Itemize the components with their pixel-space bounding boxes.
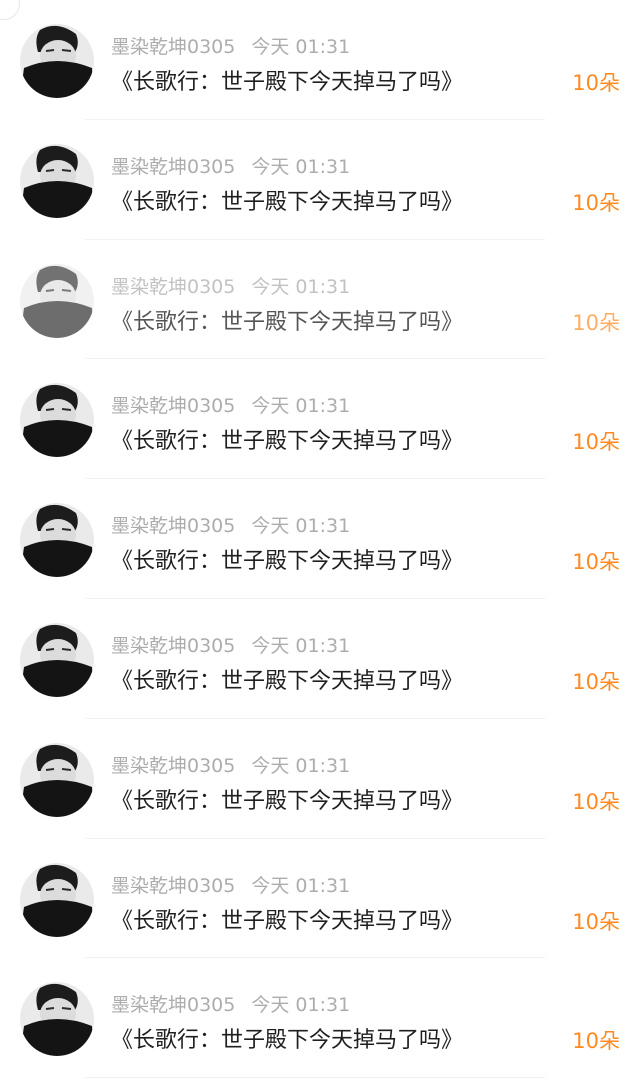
gift-meta: 墨染乾坤0305 今天 01:31 [111, 32, 350, 59]
gift-count: 10朵 [572, 71, 620, 95]
book-title[interactable]: 《长歌行：世子殿下今天掉马了吗》 [111, 663, 463, 695]
gift-time: 今天 01:31 [251, 634, 351, 657]
gift-time: 今天 01:31 [251, 874, 351, 897]
gift-count: 10朵 [572, 789, 620, 814]
gift-time: 今天 01:31 [251, 994, 351, 1017]
user-avatar-icon[interactable] [20, 742, 94, 817]
user-name[interactable]: 墨染乾坤0305 [111, 276, 235, 298]
gift-count: 10朵 [572, 669, 620, 694]
list-item[interactable]: 墨染乾坤0305 今天 01:31 《长歌行：世子殿下今天掉马了吗》 10朵 [0, 120, 640, 240]
book-title[interactable]: 《长歌行：世子殿下今天掉马了吗》 [111, 903, 463, 935]
gift-time: 今天 01:31 [251, 36, 351, 58]
list-item[interactable]: 墨染乾坤0305 今天 01:31 《长歌行：世子殿下今天掉马了吗》 10朵 [0, 719, 640, 839]
list-item[interactable]: 墨染乾坤0305 今天 01:31 《长歌行：世子殿下今天掉马了吗》 10朵 [0, 359, 640, 479]
book-title[interactable]: 《长歌行：世子殿下今天掉马了吗》 [111, 304, 463, 336]
gift-count: 10朵 [572, 1029, 620, 1054]
gift-meta: 墨染乾坤0305 今天 01:31 [111, 631, 350, 658]
list-item[interactable]: 墨染乾坤0305 今天 01:31 《长歌行：世子殿下今天掉马了吗》 10朵 [0, 958, 640, 1078]
gift-record-list: 墨染乾坤0305 今天 01:31 《长歌行：世子殿下今天掉马了吗》 10朵 墨染… [0, 0, 640, 1078]
gift-meta: 墨染乾坤0305 今天 01:31 [111, 990, 350, 1017]
gift-time: 今天 01:31 [251, 275, 351, 298]
gift-count: 10朵 [572, 310, 620, 335]
gift-meta: 墨染乾坤0305 今天 01:31 [111, 751, 350, 778]
user-name[interactable]: 墨染乾坤0305 [111, 395, 235, 417]
book-title[interactable]: 《长歌行：世子殿下今天掉马了吗》 [111, 423, 463, 455]
user-avatar-icon[interactable] [20, 143, 94, 218]
user-name[interactable]: 墨染乾坤0305 [111, 36, 235, 58]
user-avatar-icon[interactable] [20, 622, 94, 697]
gift-meta: 墨染乾坤0305 今天 01:31 [111, 391, 350, 418]
book-title[interactable]: 《长歌行：世子殿下今天掉马了吗》 [111, 184, 463, 216]
user-name[interactable]: 墨染乾坤0305 [111, 635, 235, 657]
book-title[interactable]: 《长歌行：世子殿下今天掉马了吗》 [111, 1022, 463, 1054]
book-title[interactable]: 《长歌行：世子殿下今天掉马了吗》 [111, 783, 463, 815]
user-avatar-icon[interactable] [20, 24, 94, 98]
user-name[interactable]: 墨染乾坤0305 [111, 994, 235, 1016]
gift-time: 今天 01:31 [251, 515, 351, 538]
gift-count: 10朵 [572, 430, 620, 455]
gift-count: 10朵 [572, 909, 620, 934]
user-name[interactable]: 墨染乾坤0305 [111, 156, 235, 178]
user-name[interactable]: 墨染乾坤0305 [111, 875, 235, 897]
user-avatar-icon[interactable] [20, 862, 94, 937]
user-name[interactable]: 墨染乾坤0305 [111, 515, 235, 537]
user-avatar-icon[interactable] [20, 503, 94, 578]
book-title[interactable]: 《长歌行：世子殿下今天掉马了吗》 [111, 543, 463, 575]
list-item[interactable]: 墨染乾坤0305 今天 01:31 《长歌行：世子殿下今天掉马了吗》 10朵 [0, 479, 640, 599]
gift-time: 今天 01:31 [251, 395, 351, 418]
list-item[interactable]: 墨染乾坤0305 今天 01:31 《长歌行：世子殿下今天掉马了吗》 10朵 [0, 240, 640, 360]
user-name[interactable]: 墨染乾坤0305 [111, 755, 235, 777]
gift-count: 10朵 [572, 190, 620, 215]
list-item[interactable]: 墨染乾坤0305 今天 01:31 《长歌行：世子殿下今天掉马了吗》 10朵 [0, 599, 640, 719]
gift-meta: 墨染乾坤0305 今天 01:31 [111, 152, 350, 179]
gift-meta: 墨染乾坤0305 今天 01:31 [111, 272, 350, 299]
gift-time: 今天 01:31 [251, 754, 351, 777]
user-avatar-icon[interactable] [20, 383, 94, 458]
gift-meta: 墨染乾坤0305 今天 01:31 [111, 511, 350, 538]
gift-meta: 墨染乾坤0305 今天 01:31 [111, 871, 350, 898]
user-avatar-icon[interactable] [20, 982, 94, 1057]
list-item[interactable]: 墨染乾坤0305 今天 01:31 《长歌行：世子殿下今天掉马了吗》 10朵 [0, 0, 640, 120]
gift-count: 10朵 [572, 550, 620, 575]
user-avatar-icon[interactable] [20, 263, 94, 338]
gift-time: 今天 01:31 [251, 155, 351, 178]
book-title[interactable]: 《长歌行：世子殿下今天掉马了吗》 [111, 64, 463, 96]
list-item[interactable]: 墨染乾坤0305 今天 01:31 《长歌行：世子殿下今天掉马了吗》 10朵 [0, 839, 640, 959]
